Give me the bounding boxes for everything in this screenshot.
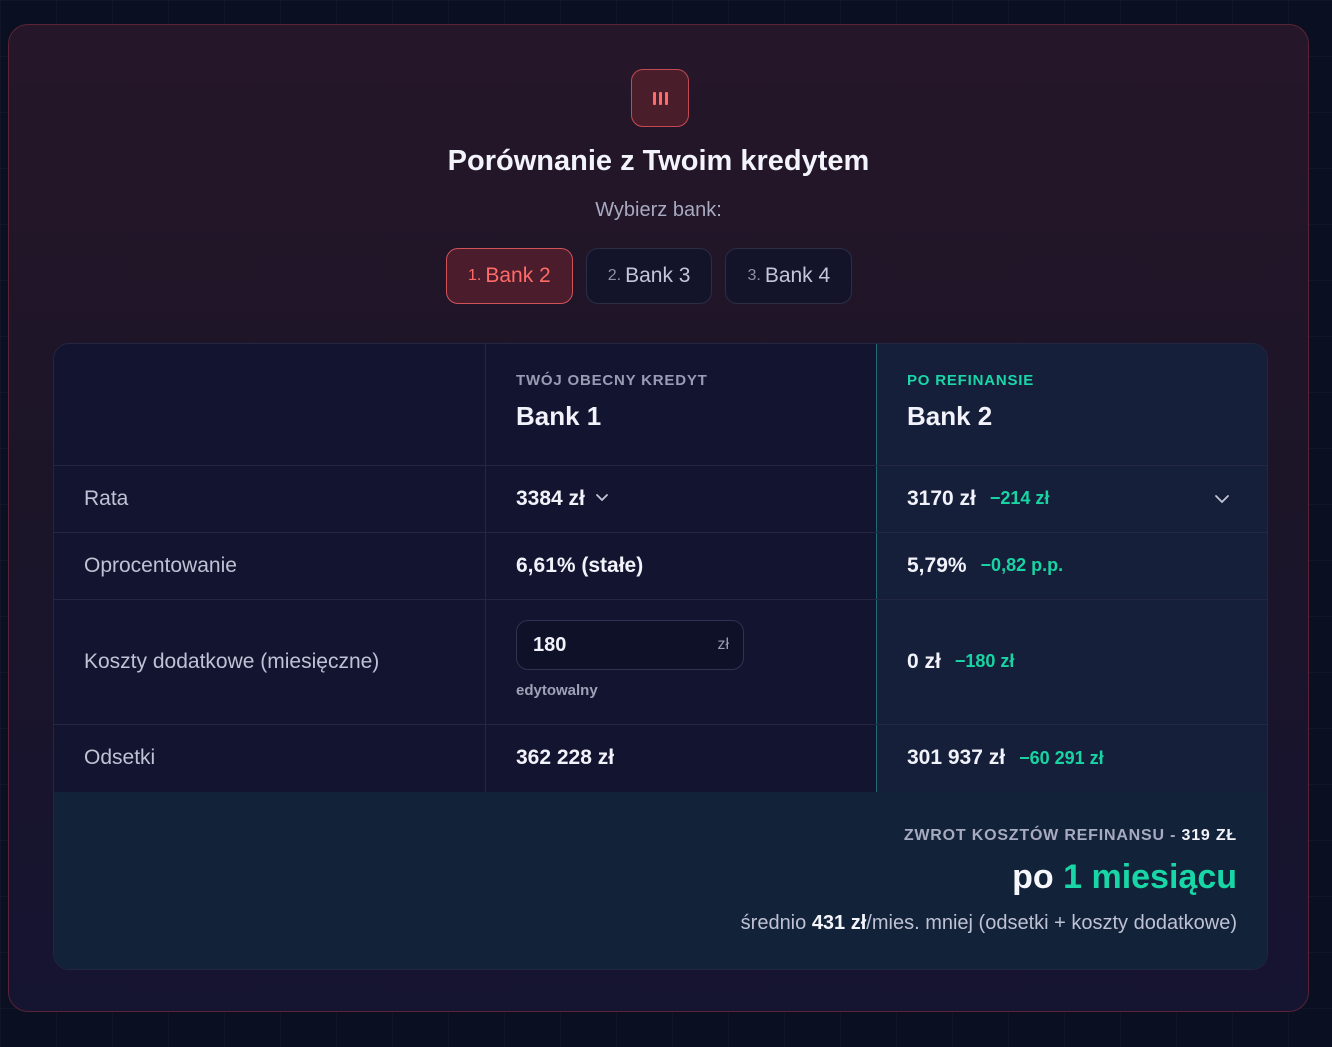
odsetki-current-value: 362 228 zł [516,746,615,769]
tab-label: Bank 4 [764,264,831,287]
oprocentowanie-delta: −0,82 p.p. [980,555,1064,575]
average-prefix: średnio [740,912,812,934]
row-label-odsetki: Odsetki [84,746,156,769]
oprocentowanie-new-cell: 5,79% −0,82 p.p. [907,532,1063,599]
bars-icon [631,69,689,127]
page-title: Porównanie z Twoim kredytem [447,145,870,177]
current-loan-header: TWÓJ OBECNY KREDYT Bank 1 [485,372,876,432]
comparison-card: Porównanie z Twoim kredytem Wybierz bank… [8,24,1309,1012]
oprocentowanie-current-cell: 6,61% (stałe) [516,532,643,599]
chevron-down-icon [595,490,609,508]
comparison-table: TWÓJ OBECNY KREDYT Bank 1 PO REFINANSIE … [53,343,1268,970]
tab-number: 2. [607,267,622,284]
current-loan-tag: TWÓJ OBECNY KREDYT [516,372,708,389]
oprocentowanie-new-value: 5,79% [907,553,967,577]
odsetki-new-cell: 301 937 zł −60 291 zł [907,724,1104,792]
payback-label: ZWROT KOSZTÓW REFINANSU - 319 ZŁ [904,827,1237,845]
tab-label: Bank 3 [625,264,691,287]
koszty-new-value: 0 zł [907,649,941,673]
odsetki-new-value: 301 937 zł [907,746,1006,769]
tab-number: 3. [747,267,761,284]
refinance-header: PO REFINANSIE Bank 2 [876,372,1267,432]
bank-select-label: Wybierz bank: [595,199,722,221]
bank-tabs: 1. Bank 2 2. Bank 3 3. Bank 4 [446,248,853,304]
koszty-input-unit: zł [717,636,729,653]
odsetki-delta: −60 291 zł [1019,747,1104,768]
oprocentowanie-current-value: 6,61% (stałe) [516,553,644,577]
row-label-oprocentowanie: Oprocentowanie [84,553,237,577]
koszty-input-value: 180 [533,633,567,656]
refinance-tag: PO REFINANSIE [907,372,1035,389]
rata-current-toggle[interactable]: 3384 zł [516,465,609,532]
chevron-down-icon[interactable] [1214,465,1230,532]
koszty-delta: −180 zł [954,651,1015,671]
koszty-input[interactable]: 180 zł [516,620,744,670]
payback-period: po 1 miesiącu [1012,858,1237,897]
average-savings: średnio 431 zł/mies. mniej (odsetki + ko… [741,912,1237,935]
new-bank-name: Bank 2 [907,401,993,431]
tab-bank-4[interactable]: 3. Bank 4 [725,248,853,304]
rata-delta: −214 zł [989,488,1050,508]
average-value: 431 zł [811,912,867,934]
payback-label-text: ZWROT KOSZTÓW REFINANSU - [903,827,1182,844]
rata-new-cell: 3170 zł −214 zł [907,465,1049,532]
row-label-rata: Rata [84,486,129,510]
current-bank-name: Bank 1 [516,401,602,431]
rata-current-value: 3384 zł [516,486,585,510]
koszty-new-cell: 0 zł −180 zł [907,599,1014,724]
tab-label: Bank 2 [485,264,551,287]
rata-new-value: 3170 zł [907,486,976,510]
odsetki-current-cell: 362 228 zł [516,724,614,792]
editable-hint: edytowalny [516,682,598,699]
row-divider [54,465,1267,466]
payback-prefix: po [1012,858,1064,896]
payback-amount: 319 ZŁ [1181,827,1237,844]
tab-bank-2[interactable]: 1. Bank 2 [446,248,573,304]
payback-period-value: 1 miesiącu [1063,858,1237,896]
payback-summary: ZWROT KOSZTÓW REFINANSU - 319 ZŁ po 1 mi… [54,792,1267,969]
tab-number: 1. [468,267,482,284]
row-label-koszty: Koszty dodatkowe (miesięczne) [84,649,380,673]
tab-bank-3[interactable]: 2. Bank 3 [585,248,713,304]
average-suffix: /mies. mniej (odsetki + koszty dodatkowe… [866,912,1237,934]
